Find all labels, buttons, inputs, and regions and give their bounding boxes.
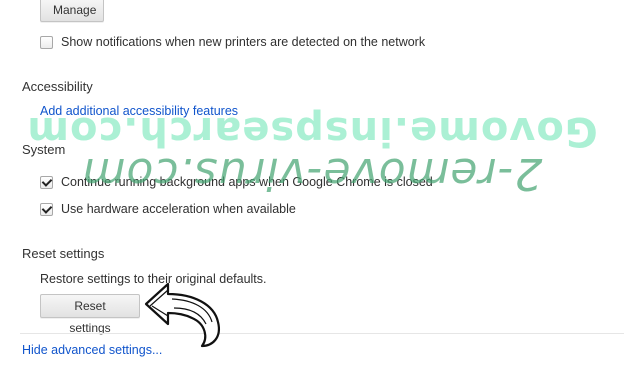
hardware-acceleration-checkbox[interactable] bbox=[40, 202, 53, 216]
reset-settings-description: Restore settings to their original defau… bbox=[40, 272, 267, 286]
reset-settings-button[interactable]: Reset settings bbox=[40, 294, 140, 335]
show-notifications-label: Show notifications when new printers are… bbox=[61, 35, 426, 49]
pointer-arrow-icon bbox=[144, 282, 220, 348]
hardware-acceleration-option[interactable]: Use hardware acceleration when available bbox=[40, 202, 296, 216]
system-heading: System bbox=[22, 142, 66, 157]
section-divider bbox=[20, 333, 624, 334]
watermark-2-remove-virus: 2-remove-virus.com bbox=[81, 148, 543, 199]
hide-advanced-settings-link[interactable]: Hide advanced settings... bbox=[22, 343, 162, 357]
show-notifications-option[interactable]: Show notifications when new printers are… bbox=[40, 35, 425, 49]
show-notifications-checkbox[interactable] bbox=[40, 35, 53, 49]
accessibility-heading: Accessibility bbox=[22, 79, 93, 94]
add-accessibility-features-link[interactable]: Add additional accessibility features bbox=[40, 104, 238, 118]
manage-button[interactable]: Manage bbox=[40, 0, 104, 22]
background-apps-checkbox[interactable] bbox=[40, 175, 53, 189]
background-apps-label: Continue running background apps when Go… bbox=[61, 175, 433, 189]
background-apps-option[interactable]: Continue running background apps when Go… bbox=[40, 175, 433, 189]
hardware-acceleration-label: Use hardware acceleration when available bbox=[61, 202, 296, 216]
reset-settings-heading: Reset settings bbox=[22, 246, 105, 261]
